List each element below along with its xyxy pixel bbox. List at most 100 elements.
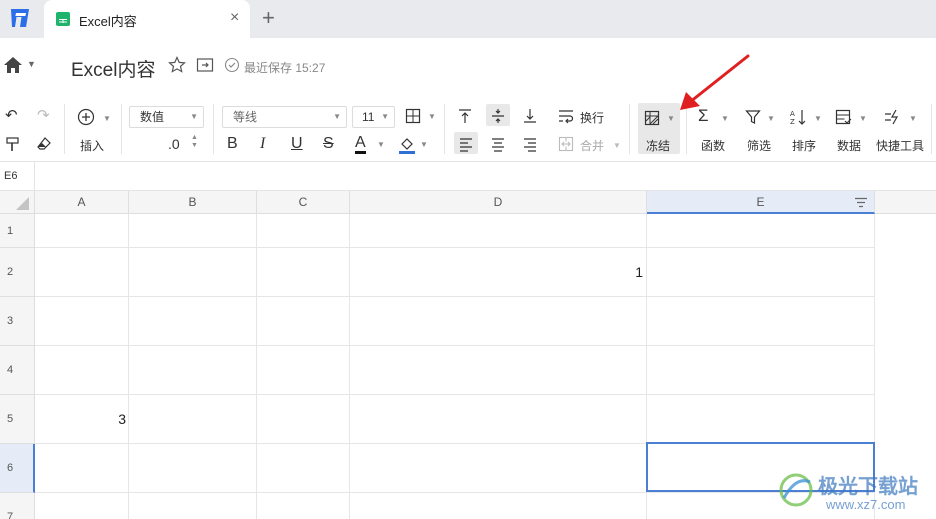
watermark: 极光下载站 www.xz7.com xyxy=(776,466,936,519)
watermark-url: www.xz7.com xyxy=(826,497,906,512)
row-header-7[interactable]: 7 xyxy=(0,493,35,519)
chevron-down-icon: ▼ xyxy=(381,112,389,121)
toolbar-separator xyxy=(121,104,122,154)
align-left-icon[interactable] xyxy=(458,136,474,156)
row-header-5[interactable]: 5 xyxy=(0,395,35,444)
data-label[interactable]: 数据 xyxy=(837,137,861,154)
quick-tools-icon[interactable] xyxy=(884,109,902,129)
align-right-icon[interactable] xyxy=(522,136,538,156)
sort-caret-icon[interactable]: ▼ xyxy=(814,114,822,123)
home-icon[interactable] xyxy=(3,55,23,80)
fill-color-icon[interactable] xyxy=(398,136,416,158)
align-top-icon[interactable] xyxy=(457,108,473,128)
toolbar-separator xyxy=(64,104,65,154)
undo-icon[interactable]: ↶ xyxy=(5,108,18,124)
column-filter-icon[interactable] xyxy=(854,197,868,209)
column-header-b[interactable]: B xyxy=(129,191,257,214)
filter-caret-icon[interactable]: ▼ xyxy=(767,114,775,123)
bold-button[interactable]: B xyxy=(227,136,238,152)
star-icon[interactable] xyxy=(168,56,186,79)
tab-close-button[interactable]: × xyxy=(230,9,239,27)
row-header-2[interactable]: 2 xyxy=(0,248,35,297)
freeze-icon[interactable] xyxy=(644,110,660,130)
font-family-select[interactable]: 等线 ▼ xyxy=(222,106,347,128)
strikethrough-button[interactable]: S xyxy=(323,136,334,152)
number-format-select[interactable]: 数值 ▼ xyxy=(129,106,204,128)
chevron-down-icon: ▼ xyxy=(333,112,341,121)
insert-icon[interactable] xyxy=(77,108,95,130)
freeze-label[interactable]: 冻结 xyxy=(646,137,670,154)
column-header-a[interactable]: A xyxy=(35,191,129,214)
align-bottom-icon[interactable] xyxy=(522,108,538,128)
tab-title: Excel内容 xyxy=(79,14,137,29)
gridline xyxy=(35,394,875,395)
cell-a5[interactable]: 3 xyxy=(40,411,126,427)
decimal-places[interactable]: .0 xyxy=(168,136,180,152)
column-header-c[interactable]: C xyxy=(257,191,350,214)
column-header-e[interactable]: E xyxy=(647,191,875,214)
save-status: 最近保存 15:27 xyxy=(244,61,326,75)
cell-reference[interactable]: E6 xyxy=(4,170,17,182)
data-icon[interactable] xyxy=(835,109,853,129)
merge-caret-icon[interactable]: ▼ xyxy=(613,141,621,150)
format-painter-icon[interactable] xyxy=(5,136,21,156)
font-color-button[interactable]: A xyxy=(355,135,366,154)
gridline xyxy=(128,214,129,519)
row-header-4[interactable]: 4 xyxy=(0,346,35,395)
border-caret-icon[interactable]: ▼ xyxy=(428,112,436,121)
svg-text:A: A xyxy=(790,110,795,118)
new-tab-button[interactable]: + xyxy=(262,5,275,31)
underline-button[interactable]: U xyxy=(291,136,303,152)
row-header-6[interactable]: 6 xyxy=(0,444,35,493)
app-logo-icon[interactable] xyxy=(8,6,32,30)
select-all-corner[interactable] xyxy=(0,191,35,214)
move-to-folder-icon[interactable] xyxy=(196,57,214,78)
cell-d2[interactable]: 1 xyxy=(560,264,643,280)
italic-button[interactable]: I xyxy=(260,136,265,152)
home-menu-caret-icon[interactable]: ▼ xyxy=(27,59,36,69)
border-icon[interactable] xyxy=(405,108,421,128)
wrap-text-label[interactable]: 换行 xyxy=(580,109,604,126)
watermark-logo-icon xyxy=(779,473,813,507)
svg-text:Z: Z xyxy=(790,118,795,125)
saved-check-icon xyxy=(224,57,240,78)
insert-caret-icon[interactable]: ▼ xyxy=(103,114,111,123)
function-label[interactable]: 函数 xyxy=(701,137,725,154)
sort-icon[interactable]: AZ xyxy=(790,109,808,129)
insert-label[interactable]: 插入 xyxy=(80,137,104,154)
gridline xyxy=(349,214,350,519)
column-header-d[interactable]: D xyxy=(350,191,647,214)
clear-format-icon[interactable] xyxy=(36,136,52,156)
freeze-caret-icon[interactable]: ▼ xyxy=(667,114,675,123)
toolbar: ↶ ↷ ▼ 插入 数值 ▼ .0 ▲ ▼ 等线 ▼ 11 ▼ ▼ B I U S … xyxy=(0,96,936,162)
document-tab[interactable]: Excel内容 × xyxy=(44,0,250,38)
toolbar-separator xyxy=(931,104,932,154)
decimal-stepper-icon[interactable]: ▲ ▼ xyxy=(191,134,198,150)
row-header-3[interactable]: 3 xyxy=(0,297,35,346)
data-caret-icon[interactable]: ▼ xyxy=(859,114,867,123)
redo-icon[interactable]: ↷ xyxy=(37,108,50,124)
gridline xyxy=(35,247,875,248)
align-center-icon[interactable] xyxy=(490,136,506,156)
formula-separator xyxy=(34,162,35,191)
merge-cells-label[interactable]: 合并 xyxy=(580,137,604,154)
quick-tools-caret-icon[interactable]: ▼ xyxy=(909,114,917,123)
font-size-select[interactable]: 11 ▼ xyxy=(352,106,395,128)
formula-bar: E6 xyxy=(0,162,936,191)
font-size-value: 11 xyxy=(362,110,375,124)
gridline xyxy=(35,296,875,297)
merge-cells-icon[interactable] xyxy=(558,136,574,156)
font-family-value: 等线 xyxy=(233,110,258,124)
row-header-1[interactable]: 1 xyxy=(0,214,35,248)
column-header-empty xyxy=(875,191,936,214)
sort-label[interactable]: 排序 xyxy=(792,137,816,154)
filter-label[interactable]: 筛选 xyxy=(747,137,771,154)
watermark-text: 极光下载站 xyxy=(818,476,918,498)
wrap-text-icon[interactable] xyxy=(558,108,574,128)
quick-tools-label[interactable]: 快捷工具 xyxy=(876,137,924,154)
fill-color-caret-icon[interactable]: ▼ xyxy=(420,140,428,149)
align-middle-icon[interactable] xyxy=(490,108,506,128)
document-title[interactable]: Excel内容 xyxy=(71,55,155,82)
title-row: ▼ Excel内容 最近保存 15:27 xyxy=(0,38,936,96)
font-color-caret-icon[interactable]: ▼ xyxy=(377,140,385,149)
